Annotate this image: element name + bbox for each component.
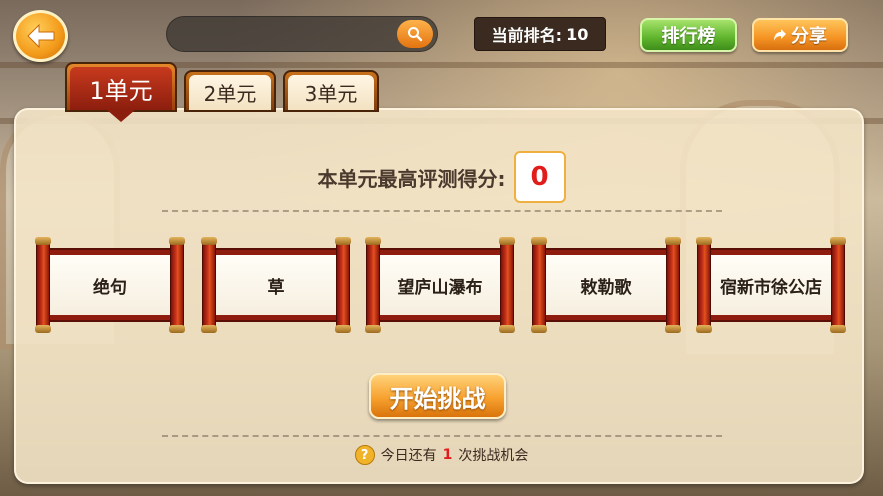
- poem-title: 绝句: [50, 255, 170, 315]
- divider: [162, 435, 722, 437]
- poem-scroll[interactable]: 宿新市徐公店: [696, 237, 846, 333]
- start-challenge-label: 开始挑战: [389, 384, 486, 413]
- divider: [162, 210, 722, 212]
- poem-scroll[interactable]: 草: [201, 237, 351, 333]
- scroll-paper: 望庐山瀑布: [375, 248, 505, 322]
- leaderboard-button[interactable]: 排行榜: [640, 18, 737, 52]
- tab-label: 2单元: [189, 75, 271, 110]
- search-button[interactable]: [397, 20, 433, 48]
- poem-title: 望庐山瀑布: [380, 255, 500, 315]
- active-tab-pointer: [107, 110, 135, 122]
- poem-title: 草: [216, 255, 336, 315]
- scroll-roller: [169, 237, 185, 333]
- hint-count: 1: [442, 447, 453, 463]
- tab-unit-1[interactable]: 1单元: [65, 62, 177, 112]
- scroll-roller: [499, 237, 515, 333]
- scroll-paper: 敕勒歌: [541, 248, 671, 322]
- leaderboard-label: 排行榜: [661, 26, 716, 47]
- scroll-roller: [365, 237, 381, 333]
- scroll-paper: 绝句: [45, 248, 175, 322]
- rank-value: 10: [566, 24, 589, 44]
- search-icon: [408, 27, 423, 42]
- poem-title: 敕勒歌: [546, 255, 666, 315]
- poem-scroll[interactable]: 望庐山瀑布: [365, 237, 515, 333]
- best-score-value: 0: [513, 151, 566, 203]
- tab-unit-3[interactable]: 3单元: [283, 70, 379, 112]
- share-label: 分享: [791, 26, 827, 47]
- hint-prefix: 今日还有: [380, 448, 437, 464]
- search-bar[interactable]: [166, 16, 438, 52]
- hint-suffix: 次挑战机会: [458, 448, 529, 464]
- tab-label: 3单元: [288, 75, 374, 110]
- best-score-row: 本单元最高评测得分: 0: [0, 150, 883, 204]
- scroll-roller: [830, 237, 846, 333]
- scroll-roller: [665, 237, 681, 333]
- scroll-roller: [35, 237, 51, 333]
- best-score-label: 本单元最高评测得分:: [317, 166, 506, 191]
- scroll-roller: [201, 237, 217, 333]
- tab-label: 1单元: [70, 67, 172, 110]
- scroll-roller: [335, 237, 351, 333]
- question-icon[interactable]: ?: [354, 445, 375, 465]
- rank-label: 当前排名:: [491, 26, 563, 45]
- back-button[interactable]: [13, 10, 68, 62]
- share-button[interactable]: 分享: [752, 18, 848, 52]
- tab-unit-2[interactable]: 2单元: [184, 70, 276, 112]
- start-challenge-button[interactable]: 开始挑战: [369, 373, 506, 419]
- scroll-paper: 宿新市徐公店: [706, 248, 836, 322]
- scroll-paper: 草: [211, 248, 341, 322]
- poem-scroll[interactable]: 绝句: [35, 237, 185, 333]
- scroll-roller: [531, 237, 547, 333]
- poem-title: 宿新市徐公店: [711, 255, 831, 315]
- challenge-hint: ? 今日还有 1 次挑战机会: [0, 444, 883, 466]
- share-arrow-icon: [774, 29, 786, 41]
- poem-scroll[interactable]: 敕勒歌: [531, 237, 681, 333]
- scroll-roller: [696, 237, 712, 333]
- arrow-left-icon: [26, 23, 54, 49]
- current-rank: 当前排名: 10: [474, 17, 606, 51]
